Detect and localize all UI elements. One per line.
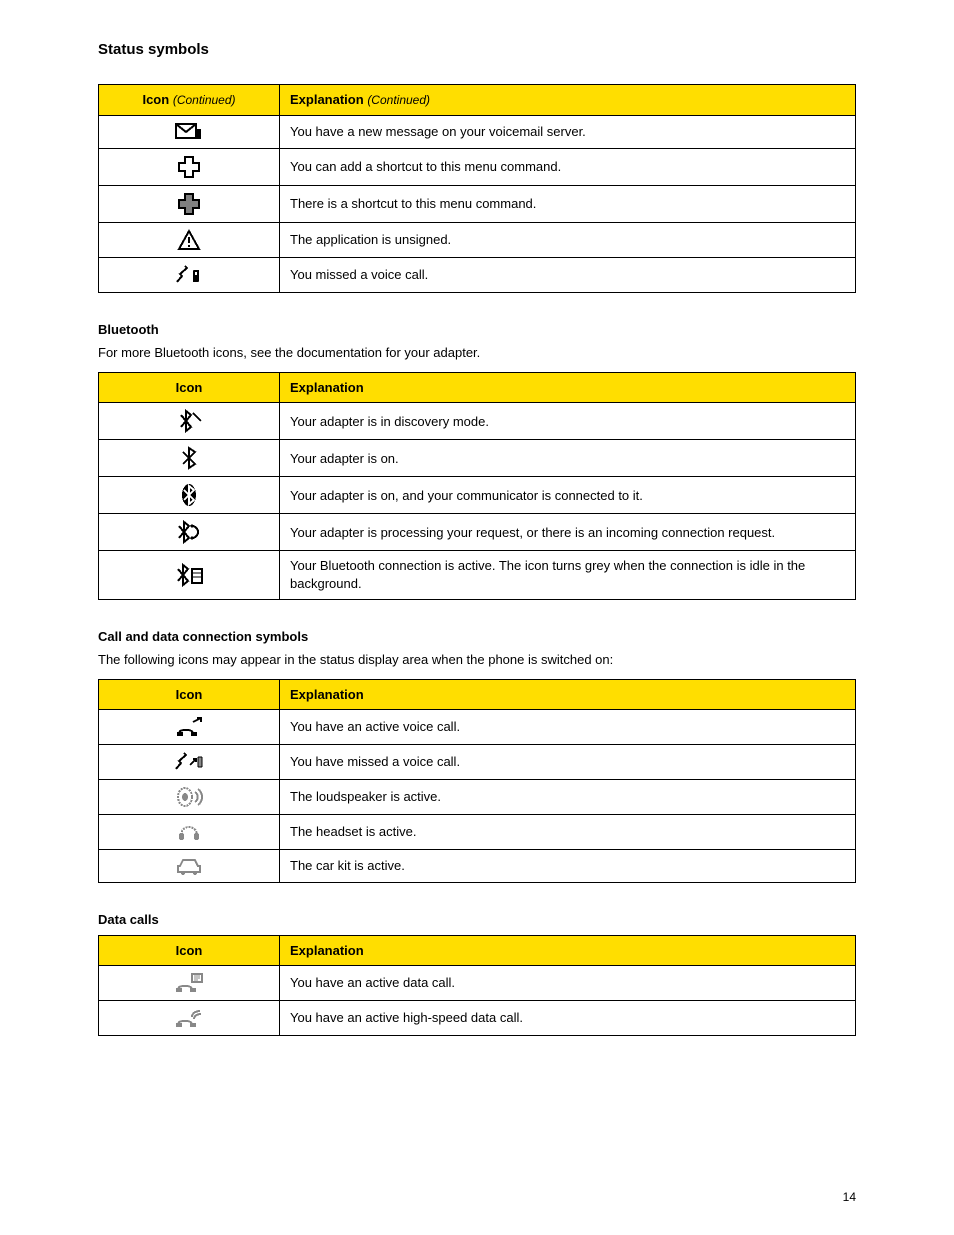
header-icon: Icon (Continued) [99,85,280,116]
table-row: You have an active high-speed data call. [99,1001,856,1036]
row-explanation: You have an active data call. [280,966,856,1001]
table-row: Your adapter is on. [99,440,856,477]
row-explanation: Your adapter is on, and your communicato… [280,477,856,514]
table-header-row: Icon (Continued) Explanation (Continued) [99,85,856,116]
table-row: You can add a shortcut to this menu comm… [99,148,856,185]
table-row: The application is unsigned. [99,222,856,257]
table-header-row: Icon Explanation [99,372,856,403]
missed-voice-call-status-icon [99,745,280,780]
has-shortcut-icon [99,185,280,222]
row-explanation: There is a shortcut to this menu command… [280,185,856,222]
section-title-data-calls: Data calls [98,911,856,929]
loudspeaker-active-icon [99,780,280,815]
table-row: You have missed a voice call. [99,745,856,780]
bluetooth-icons-table: Icon Explanation Your adapter is in disc… [98,372,856,600]
active-voice-call-icon [99,710,280,745]
missed-voice-call-icon [99,257,280,292]
call-data-icons-table: Icon Explanation You have an active voic… [98,679,856,884]
header-explanation: Explanation (Continued) [280,85,856,116]
row-explanation: You have a new message on your voicemail… [280,115,856,148]
bluetooth-active-connection-icon [99,551,280,599]
row-explanation: You have missed a voice call. [280,745,856,780]
row-explanation: You can add a shortcut to this menu comm… [280,148,856,185]
section-desc-bluetooth: For more Bluetooth icons, see the docume… [98,344,856,362]
bluetooth-connected-icon [99,477,280,514]
section-title-call-data: Call and data connection symbols [98,628,856,646]
row-explanation: The application is unsigned. [280,222,856,257]
active-data-call-icon [99,966,280,1001]
header-explanation: Explanation [280,372,856,403]
row-explanation: You have an active voice call. [280,710,856,745]
header-icon: Icon [99,679,280,710]
page-title: Status symbols [98,40,856,60]
add-shortcut-icon [99,148,280,185]
table-row: The car kit is active. [99,850,856,883]
table-header-row: Icon Explanation [99,679,856,710]
page-number: 14 [843,1189,856,1205]
table-row: Your adapter is in discovery mode. [99,403,856,440]
row-explanation: The headset is active. [280,815,856,850]
header-explanation: Explanation [280,935,856,966]
car-kit-active-icon [99,850,280,883]
table-row: There is a shortcut to this menu command… [99,185,856,222]
table-row: Your Bluetooth connection is active. The… [99,551,856,599]
row-explanation: Your adapter is on. [280,440,856,477]
table-row: The headset is active. [99,815,856,850]
section-title-bluetooth: Bluetooth [98,321,856,339]
table-row: Your adapter is processing your request,… [99,514,856,551]
row-explanation: Your Bluetooth connection is active. The… [280,551,856,599]
table-row: Your adapter is on, and your communicato… [99,477,856,514]
table-row: You have an active voice call. [99,710,856,745]
bluetooth-discovery-icon [99,403,280,440]
status-icons-table-continued: Icon (Continued) Explanation (Continued) [98,84,856,293]
data-calls-icons-table: Icon Explanation You have an [98,935,856,1037]
row-explanation: The car kit is active. [280,850,856,883]
table-header-row: Icon Explanation [99,935,856,966]
table-row: You have a new message on your voicemail… [99,115,856,148]
table-row: You missed a voice call. [99,257,856,292]
row-explanation: Your adapter is in discovery mode. [280,403,856,440]
row-explanation: You have an active high-speed data call. [280,1001,856,1036]
voicemail-icon [99,115,280,148]
unsigned-app-icon [99,222,280,257]
header-icon: Icon [99,935,280,966]
header-icon: Icon [99,372,280,403]
row-explanation: You missed a voice call. [280,257,856,292]
bluetooth-on-icon [99,440,280,477]
page-container: Status symbols Icon (Continued) Explanat… [0,0,954,1235]
row-explanation: Your adapter is processing your request,… [280,514,856,551]
active-high-speed-data-call-icon [99,1001,280,1036]
headset-active-icon [99,815,280,850]
table-row: The loudspeaker is active. [99,780,856,815]
table-row: You have an active data call. [99,966,856,1001]
header-explanation: Explanation [280,679,856,710]
row-explanation: The loudspeaker is active. [280,780,856,815]
bluetooth-processing-icon [99,514,280,551]
section-desc-call-data: The following icons may appear in the st… [98,651,856,669]
